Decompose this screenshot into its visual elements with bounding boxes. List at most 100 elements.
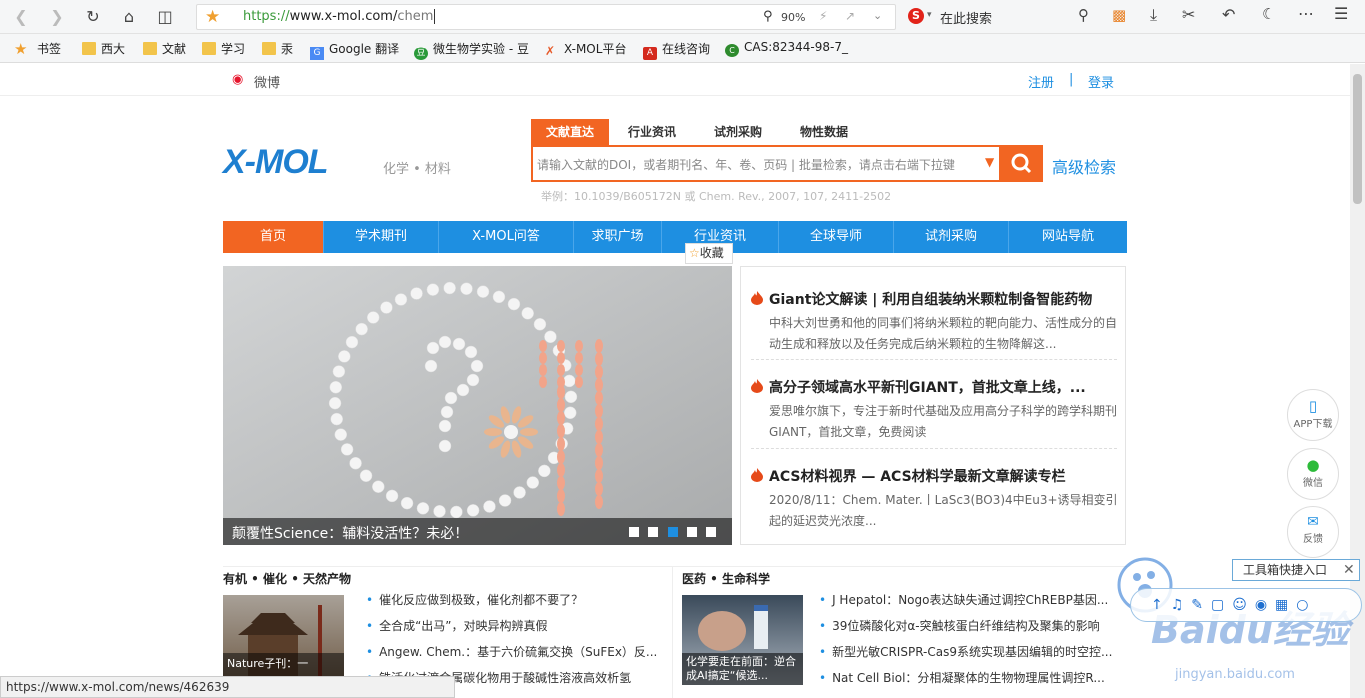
tab-industry-news[interactable]: 行业资讯 [614,119,690,145]
divider [751,448,1117,449]
list-item[interactable]: 催化反应做到极致，催化剂都不要了？ [366,591,661,608]
bookmark-item[interactable]: 豆微生物学实验 - 豆 [414,40,529,60]
cas-icon: C [725,44,739,57]
download-icon[interactable]: ⤓ [1150,5,1157,25]
nav-reagents[interactable]: 试剂采购 [894,221,1009,253]
bookmark-item[interactable]: ✗ X-MOL平台 [545,40,626,58]
section-thumbnail[interactable]: 化学要走在前面：逆合成AI搞定“候选... [682,595,803,685]
share-icon[interactable]: ↗ [845,9,855,23]
divider [672,566,673,698]
bookmark-star-icon[interactable]: ★ [205,7,220,27]
wechat-button[interactable]: ● 微信 [1287,448,1339,500]
nav-site-map[interactable]: 网站导航 [1009,221,1127,253]
tab-reagents[interactable]: 试剂采购 [700,119,776,145]
bookmark-item[interactable]: ★ 书签 [14,40,61,58]
banner-carousel[interactable]: 颠覆性Science：辅料没活性？未必！ [223,266,732,545]
search-button[interactable] [1001,145,1043,182]
chevron-down-icon[interactable]: ⌄ [873,9,882,22]
nav-mentors[interactable]: 全球导师 [779,221,894,253]
search-dropdown-icon[interactable]: ▼ [985,155,994,169]
carousel-dot[interactable] [629,527,639,537]
advanced-search-link[interactable]: 高级检索 [1052,154,1116,178]
toolbox-tooltip[interactable]: 工具箱快捷入口 ✕ [1232,559,1360,581]
banner-caption[interactable]: 颠覆性Science：辅料没活性？未必！ [232,523,468,543]
bookmark-item[interactable]: 学习 [202,40,245,57]
menu-icon[interactable]: ☰ [1334,4,1348,23]
cut-icon[interactable]: ✂ [1182,5,1195,24]
folder-icon [262,42,276,55]
star-icon: ★ [14,40,28,58]
search-engine-input[interactable]: 在此搜索 [940,8,992,27]
list-item[interactable]: 新型光敏CRISPR-Cas9系统实现基因编辑的时空控... [819,643,1119,660]
app-download-button[interactable]: ▯ APP下载 [1287,389,1339,441]
address-bar[interactable]: ★ https://www.x-mol.com/chem ⚲ 90% ⚡ ↗ ⌄ [196,4,896,30]
reader-icon[interactable]: ◫ [154,6,176,28]
register-link[interactable]: 注册 [1028,72,1054,91]
home-icon[interactable]: ⌂ [118,6,140,28]
section-title[interactable]: 医药 • 生命科学 [682,570,770,587]
forward-icon[interactable]: ❯ [46,6,68,28]
back-icon[interactable]: ❮ [10,6,32,28]
star-icon: ☆ [689,246,700,260]
search-engine-dropdown-icon[interactable]: ▾ [927,10,932,20]
wechat-icon: ● [1306,456,1320,474]
search-input[interactable]: 请输入文献的DOI，或者期刊名、年、卷、页码 | 批量检索，请点击右端下拉键 ▼ [531,145,1001,182]
thumb-caption: 化学要走在前面：逆合成AI搞定“候选... [686,655,796,682]
tab-literature[interactable]: 文献直达 [531,119,609,145]
weibo-icon[interactable]: ◉ [232,72,243,87]
carousel-dot[interactable] [648,527,658,537]
carousel-dot[interactable] [687,527,697,537]
scrollbar-thumb[interactable] [1353,74,1362,204]
fire-icon [751,468,763,482]
bookmark-item[interactable]: 汞 [262,40,293,57]
bookmark-item[interactable]: 文献 [143,40,186,57]
nav-home[interactable]: 首页 [223,221,324,253]
list-item[interactable]: 全合成“出马”，对映异构辨真假 [366,617,661,634]
search-icon[interactable]: ⚲ [1078,6,1089,24]
favorite-button[interactable]: ☆收藏 [685,243,733,264]
reload-icon[interactable]: ↻ [82,6,104,28]
sogou-search-icon[interactable]: S [908,8,924,24]
nav-qa[interactable]: X-MOL问答 [439,221,574,253]
bookmark-item[interactable]: A 在线咨询 [643,40,710,60]
feedback-button[interactable]: ✉ 反馈 [1287,506,1339,558]
flash-icon[interactable]: ⚡ [819,9,827,23]
url-text: https://www.x-mol.com/chem [243,9,436,24]
carousel-dot[interactable] [706,527,716,537]
news-title[interactable]: Giant论文解读 | 利用自组装纳米颗粒制备智能药物 [769,289,1119,309]
list-item[interactable]: Angew. Chem.：基于六价硫氟交换（SuFEx）反... [366,643,661,660]
nav-journals[interactable]: 学术期刊 [324,221,439,253]
undo-icon[interactable]: ↶ [1222,5,1235,24]
tab-properties[interactable]: 物性数据 [786,119,862,145]
watermark-url: jingyan.baidu.com [1175,667,1295,682]
carousel-dot-active[interactable] [668,527,678,537]
bookmark-item[interactable]: G Google 翻译 [310,40,399,60]
close-icon[interactable]: ✕ [1343,560,1355,580]
weibo-link[interactable]: 微博 [254,72,280,91]
douban-icon: 豆 [414,47,428,60]
section-title[interactable]: 有机 • 催化 • 天然产物 [223,570,351,587]
fire-icon [751,379,763,393]
bookmark-item[interactable]: 西大 [82,40,125,57]
news-title[interactable]: 高分子领域高水平新刊GIANT，首批文章上线，... [769,377,1119,397]
zoom-icon[interactable]: ⚲ [763,9,773,24]
bookmarks-bar: ★ 书签 西大 文献 学习 汞 G Google 翻译 豆微生物学实验 - 豆 ✗ X… [0,34,1365,63]
section-thumbnail[interactable]: Nature子刊：一 [223,595,344,685]
nav-jobs[interactable]: 求职广场 [574,221,662,253]
list-item[interactable]: 39位磷酸化对α-突触核蛋白纤维结构及聚集的影响 [819,617,1119,634]
login-link[interactable]: 登录 [1088,72,1114,91]
more-icon[interactable]: ⋯ [1298,4,1314,23]
news-title[interactable]: ACS材料视界 — ACS材料学最新文章解读专栏 [769,466,1119,486]
night-mode-icon[interactable]: ☾ [1262,5,1275,23]
zoom-level[interactable]: 90% [781,11,805,24]
list-item[interactable]: J Hepatol：Nogo表达缺失通过调控ChREBP基因... [819,591,1119,608]
game-icon[interactable]: ▩ [1112,6,1126,24]
mail-icon: ✉ [1307,514,1319,530]
list-item[interactable]: Nat Cell Biol：分相凝聚体的生物物理属性调控R... [819,669,1119,686]
bookmark-item[interactable]: C CAS:82344-98-7_ [725,40,848,57]
pdf-icon: A [643,47,657,60]
toolbar-tool-icons[interactable]: ↑♫✎▢☺◉▦○ [1151,597,1317,613]
site-logo[interactable]: X-MOL [223,143,373,183]
folder-icon [82,42,96,55]
search-example: 举例：10.1039/B605172N 或 Chem. Rev., 2007, … [541,190,892,203]
